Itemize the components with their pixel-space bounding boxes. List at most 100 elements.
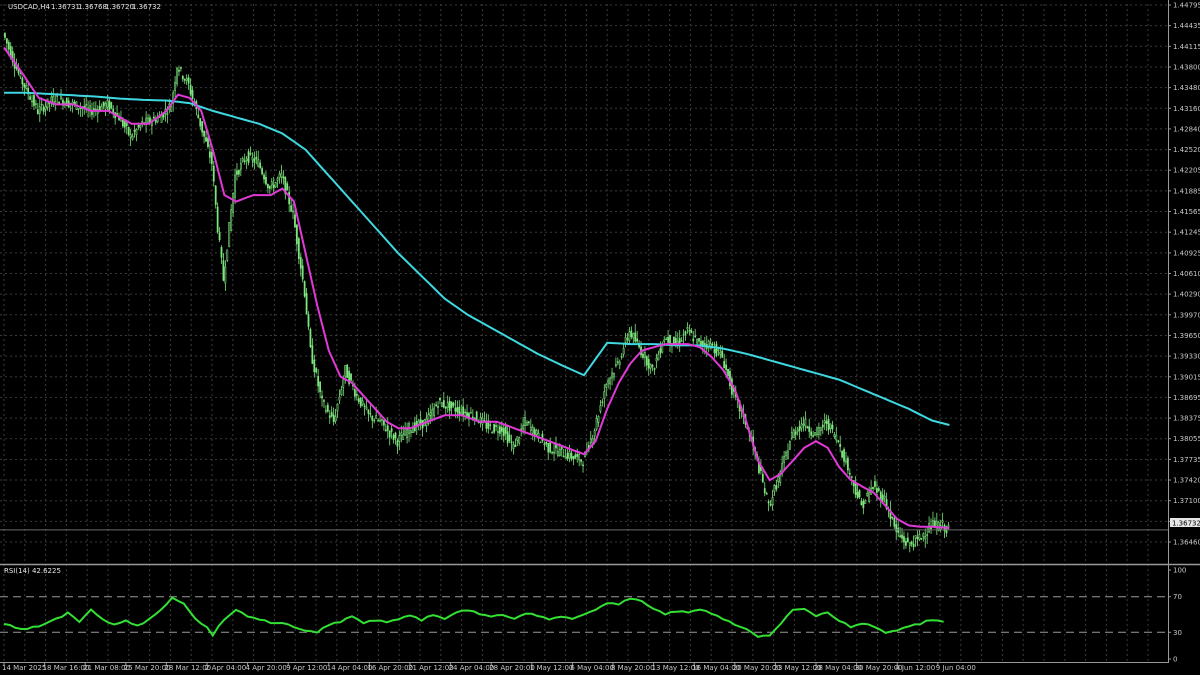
candle-body [309, 329, 312, 347]
candle-body [255, 156, 258, 160]
candle-body [514, 444, 517, 448]
candle-body [38, 106, 41, 114]
candle-body [526, 422, 528, 426]
candle-body [359, 397, 362, 407]
time-tick-label: 16 Apr 20:00 [367, 664, 413, 672]
candle-body [775, 485, 778, 490]
candle-body [819, 427, 822, 431]
candle-body [529, 426, 532, 431]
candle-body [249, 153, 252, 155]
candle-body [645, 356, 648, 366]
candle-body [553, 451, 555, 454]
candle-body [624, 337, 627, 343]
candle-body [680, 340, 683, 342]
candle-body [874, 481, 876, 487]
candle-body [261, 168, 263, 175]
candle-body [787, 450, 789, 460]
candle-body [868, 491, 871, 502]
candle-body [210, 152, 213, 164]
candle-body [342, 379, 345, 388]
candle-body [400, 432, 403, 436]
candle-body [555, 444, 557, 449]
candle-body [580, 459, 582, 462]
candle-body [876, 488, 878, 493]
candle-body [634, 332, 637, 342]
candle-body [437, 406, 439, 408]
candle-body [123, 121, 126, 128]
candle-body [810, 431, 813, 436]
price-tick-label: 1.39330 [1173, 353, 1200, 361]
candle-body [189, 85, 192, 95]
candle-body [377, 419, 379, 422]
candle-body [236, 170, 238, 175]
candle-body [493, 424, 495, 433]
candle-body [630, 330, 633, 338]
candle-body [908, 542, 911, 546]
candle-body [769, 504, 772, 506]
candle-body [6, 38, 8, 44]
candle-body [379, 419, 381, 422]
time-axis[interactable]: 14 Mar 202518 Mar 16:0021 Mar 08:0025 Ma… [2, 662, 976, 672]
candle-body [367, 409, 370, 414]
candle-body [274, 182, 277, 188]
candle-body [883, 495, 886, 499]
candle-body [228, 222, 231, 248]
time-tick-label: 14 Mar 2025 [2, 664, 46, 672]
candle-body [257, 159, 260, 167]
candle-body [935, 520, 938, 531]
candle-body [858, 490, 861, 498]
candle-body [564, 456, 567, 459]
candle-body [872, 486, 874, 490]
candle-body [328, 415, 331, 418]
ohlc-close: 1.36732 [132, 3, 161, 11]
candle-body [212, 165, 215, 182]
candle-body [42, 107, 45, 112]
candle-body [441, 402, 443, 407]
candle-body [914, 535, 917, 539]
candle-body [574, 454, 577, 459]
candle-body [827, 418, 830, 431]
candle-body [147, 117, 149, 124]
candle-body [268, 185, 271, 189]
candle-body [688, 330, 691, 332]
candle-body [326, 404, 329, 412]
candle-body [234, 174, 236, 199]
candle-body [856, 491, 859, 498]
trading-chart[interactable]: USDCAD,H4 1.36731 1.36768 1.36720 1.3673… [0, 0, 1200, 675]
candle-body [7, 41, 10, 50]
candle-body [663, 339, 666, 342]
candle-body [297, 238, 300, 259]
candle-body [433, 407, 436, 417]
candle-body [651, 365, 654, 367]
candle-body [201, 121, 204, 133]
candle-body [603, 391, 606, 399]
price-tick-label: 1.38695 [1173, 394, 1200, 402]
candle-body [794, 431, 797, 435]
candle-body [593, 430, 596, 437]
candle-body [263, 174, 265, 180]
candle-body [35, 103, 37, 105]
candle-body [804, 418, 807, 427]
candle-body [245, 158, 248, 161]
candle-body [363, 405, 366, 407]
candle-body [129, 134, 132, 138]
candle-body [512, 444, 515, 450]
candle-body [808, 426, 811, 432]
candle-body [338, 396, 341, 401]
candle-body [458, 406, 461, 415]
candle-body [180, 67, 182, 69]
candle-body [89, 105, 91, 110]
candle-body [866, 492, 869, 496]
candle-body [439, 397, 441, 401]
candle-body [510, 441, 513, 444]
candle-body [127, 126, 130, 135]
candle-body [763, 488, 766, 494]
candle-body [292, 210, 294, 213]
candle-body [495, 425, 497, 427]
rsi-tick-label: 100 [1173, 567, 1186, 575]
candle-body [383, 420, 385, 426]
price-tick-label: 1.44115 [1173, 43, 1200, 51]
time-tick-label: 2 Apr 04:00 [205, 664, 246, 672]
candle-body [560, 446, 563, 450]
candle-body [355, 393, 358, 396]
